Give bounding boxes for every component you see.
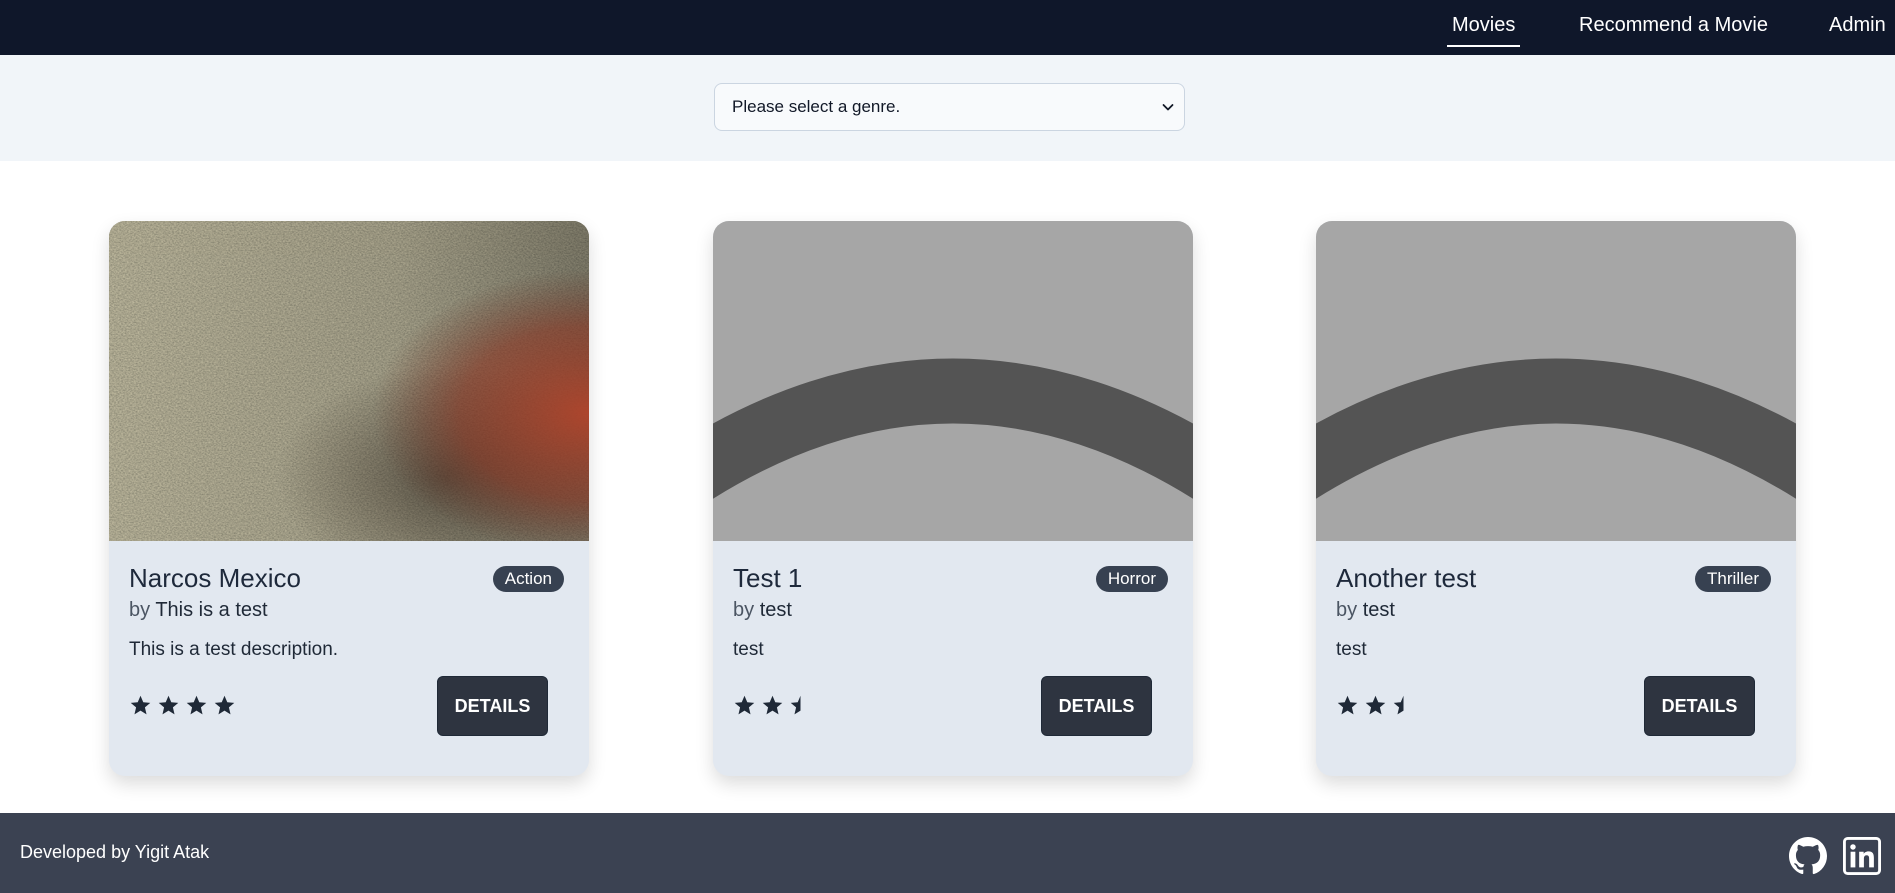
page-footer: Developed by Yigit Atak (0, 813, 1895, 893)
genre-badge: Horror (1095, 566, 1168, 592)
placeholder-image-icon (1316, 221, 1796, 541)
movie-card: Test 1 Horror by test test DETAILS (713, 221, 1193, 776)
footer-credit: Developed by Yigit Atak (20, 842, 210, 862)
movie-byline: by This is a test (129, 599, 268, 622)
details-button[interactable]: DETAILS (437, 676, 548, 736)
movie-author: test (1362, 599, 1395, 621)
details-button[interactable]: DETAILS (1041, 676, 1152, 736)
movie-card: Narcos Mexico Action by This is a test T… (109, 221, 589, 776)
star-icon (762, 695, 783, 715)
genre-badge: Thriller (1695, 566, 1771, 592)
by-prefix: by (733, 599, 755, 621)
by-prefix: by (129, 599, 151, 621)
movie-title: Another test (1336, 563, 1477, 593)
chevron-down-icon (1162, 104, 1174, 111)
genre-badge: Action (492, 566, 564, 592)
top-navbar: Movies Recommend a Movie Admin (0, 0, 1895, 55)
movie-poster-image (109, 221, 589, 541)
movie-author: This is a test (155, 599, 268, 621)
movie-author: test (759, 599, 792, 621)
movie-byline: by test (1336, 599, 1395, 622)
linkedin-icon[interactable] (1843, 837, 1881, 875)
star-half-icon (1393, 695, 1404, 715)
star-icon (158, 695, 179, 715)
star-rating (129, 694, 236, 720)
genre-select-value: Please select a genre. (732, 97, 901, 116)
movie-description: test (1336, 639, 1367, 660)
star-rating (733, 694, 812, 720)
nav-admin-link[interactable]: Admin (1829, 0, 1886, 47)
movie-title: Test 1 (733, 563, 803, 593)
movie-title: Narcos Mexico (129, 563, 301, 593)
star-icon (186, 695, 207, 715)
star-icon (734, 695, 755, 715)
details-button[interactable]: DETAILS (1644, 676, 1755, 736)
nav-movies-link[interactable]: Movies (1447, 0, 1521, 47)
star-half-icon (790, 695, 801, 715)
genre-select[interactable]: Please select a genre. (714, 83, 1185, 131)
movie-card: Another test Thriller by test test DETAI… (1316, 221, 1796, 776)
placeholder-image-icon (713, 221, 1193, 541)
nav-recommend-link[interactable]: Recommend a Movie (1579, 0, 1768, 47)
movie-description: This is a test description. (129, 639, 339, 660)
star-rating (1336, 694, 1415, 720)
by-prefix: by (1336, 599, 1358, 621)
star-icon (1337, 695, 1358, 715)
movie-byline: by test (733, 599, 792, 622)
star-icon (1365, 695, 1386, 715)
movie-description: test (733, 639, 764, 660)
star-icon (130, 695, 151, 715)
star-icon (214, 695, 235, 715)
github-icon[interactable] (1789, 837, 1827, 875)
